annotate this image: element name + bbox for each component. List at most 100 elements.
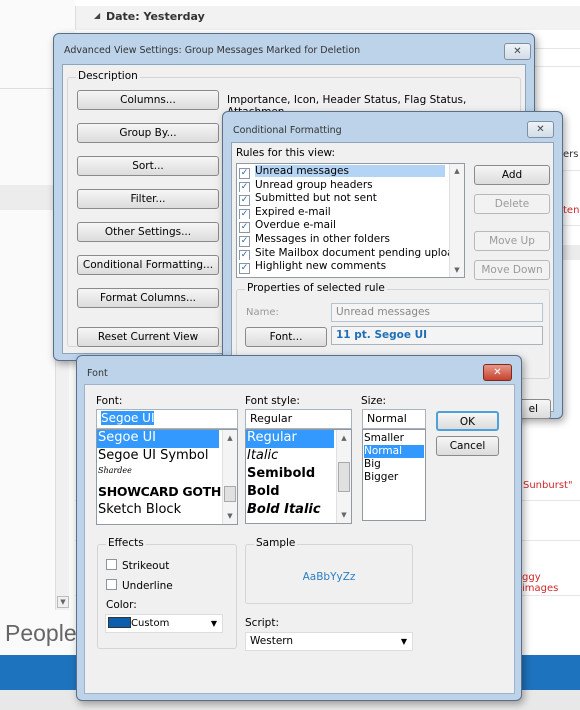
font-option[interactable]: SHOWCARD GOTHI <box>97 484 221 502</box>
rule-item[interactable]: ✓ Site Mailbox document pending uploa <box>239 247 449 261</box>
font-list-scrollbar[interactable]: ▲ ▼ <box>222 430 237 524</box>
underline-label: Underline <box>122 580 173 592</box>
chevron-down-icon: ▼ <box>210 619 217 628</box>
size-option[interactable]: Smaller <box>364 432 424 445</box>
close-icon: ✕ <box>536 124 545 135</box>
checkbox-icon[interactable]: ✓ <box>239 168 250 179</box>
move-down-button[interactable]: Move Down <box>474 260 550 280</box>
reset-current-view-button[interactable]: Reset Current View <box>77 327 219 347</box>
rule-label: Overdue e-mail <box>255 219 336 232</box>
other-settings-button[interactable]: Other Settings... <box>77 222 219 242</box>
group-header[interactable]: ◢ Date: Yesterday <box>75 6 580 30</box>
rule-item[interactable]: ✓ Highlight new comments <box>239 260 449 274</box>
font-value-field: 11 pt. Segoe UI <box>331 326 543 345</box>
checkbox-icon[interactable]: ✓ <box>239 249 250 261</box>
chevron-down-icon: ▼ <box>400 637 407 646</box>
rules-scrollbar[interactable]: ▲ ▼ <box>449 164 464 277</box>
dialog-title: Advanced View Settings: Group Messages M… <box>64 45 361 56</box>
group-by-button[interactable]: Group By... <box>77 123 219 143</box>
rule-label: Expired e-mail <box>255 205 331 218</box>
rule-item[interactable]: ✓ Messages in other folders <box>239 233 449 247</box>
name-label: Name: <box>246 307 279 318</box>
message-snippet: ten <box>563 205 580 216</box>
sort-button[interactable]: Sort... <box>77 156 219 176</box>
checkbox-icon[interactable]: ✓ <box>239 235 250 247</box>
checkbox-icon[interactable]: ✓ <box>239 222 250 233</box>
size-option[interactable]: Bigger <box>364 471 424 484</box>
conditional-formatting-button[interactable]: Conditional Formatting... <box>77 255 219 275</box>
scroll-down-icon[interactable]: ▼ <box>450 266 464 274</box>
font-dialog: Font ✕ Font: Segoe UI Segoe UI Segoe UI … <box>76 355 522 701</box>
scroll-thumb[interactable] <box>338 462 350 492</box>
message-snippet: Sunburst" <box>523 480 573 491</box>
script-label: Script: <box>245 617 279 629</box>
rule-label: Messages in other folders <box>255 232 390 245</box>
color-value: Custom <box>131 618 170 629</box>
font-label: Font: <box>96 395 123 407</box>
dialog-title: Font <box>87 368 108 379</box>
checkbox-icon[interactable]: ✓ <box>239 263 250 274</box>
filter-button[interactable]: Filter... <box>77 189 219 209</box>
rule-item[interactable]: ✓ Expired e-mail <box>239 206 449 220</box>
scroll-up-icon[interactable]: ▲ <box>223 434 237 442</box>
rule-item[interactable]: ✓ Submitted but not sent <box>239 192 449 206</box>
script-dropdown[interactable]: Western ▼ <box>245 632 413 651</box>
size-option[interactable]: Big <box>364 458 424 471</box>
underline-checkbox[interactable]: Underline <box>106 579 173 592</box>
size-option[interactable]: Normal <box>364 445 424 458</box>
cancel-button[interactable]: Cancel <box>436 436 499 456</box>
size-list[interactable]: Smaller Normal Big Bigger <box>362 429 426 521</box>
format-columns-button[interactable]: Format Columns... <box>77 288 219 308</box>
font-list[interactable]: Segoe UI Segoe UI Symbol Shardee SHOWCAR… <box>96 429 238 525</box>
font-button[interactable]: Font... <box>245 327 327 347</box>
scroll-thumb[interactable] <box>224 486 236 502</box>
color-dropdown[interactable]: Custom ▼ <box>105 614 223 633</box>
checkbox-icon[interactable]: ✓ <box>239 181 250 193</box>
rule-label: Unread messages <box>255 165 445 177</box>
scroll-down-icon[interactable]: ▼ <box>337 511 351 519</box>
collapse-icon[interactable]: ◢ <box>94 11 100 20</box>
font-option[interactable]: Shardee <box>97 466 237 484</box>
scroll-down-icon[interactable]: ▼ <box>57 596 69 608</box>
font-option[interactable]: Segoe UI <box>97 430 219 448</box>
rule-label: Highlight new comments <box>255 260 387 273</box>
sample-group: Sample AaBbYyZz <box>245 537 413 604</box>
add-button[interactable]: Add <box>474 165 550 185</box>
delete-button[interactable]: Delete <box>474 194 550 214</box>
checkbox-icon[interactable]: ✓ <box>239 208 250 220</box>
font-name-value: Segoe UI <box>101 411 155 425</box>
font-style-input[interactable]: Regular <box>245 409 352 429</box>
message-snippet: ggy images <box>522 572 559 594</box>
size-input[interactable]: Normal <box>362 409 426 429</box>
scroll-up-icon[interactable]: ▲ <box>450 167 464 175</box>
columns-button[interactable]: Columns... <box>77 90 219 110</box>
close-button[interactable]: ✕ <box>504 43 531 60</box>
font-option[interactable]: Sketch Block <box>97 502 237 520</box>
rule-label: Submitted but not sent <box>255 192 377 205</box>
people-label[interactable]: People <box>5 620 77 647</box>
scroll-up-icon[interactable]: ▲ <box>337 434 351 442</box>
checkbox-icon[interactable]: ✓ <box>239 195 250 206</box>
move-up-button[interactable]: Move Up <box>474 231 550 251</box>
rule-item[interactable]: ✓ Unread group headers <box>239 179 449 193</box>
rules-list[interactable]: ✓ Unread messages ✓ Unread group headers ✓ Su… <box>236 163 465 278</box>
font-option[interactable]: Segoe UI Symbol <box>97 448 237 466</box>
color-swatch <box>108 617 131 628</box>
group-label: Description <box>76 70 140 82</box>
font-name-input[interactable]: Segoe UI <box>96 409 238 429</box>
dialog-body: Font: Segoe UI Segoe UI Segoe UI Symbol … <box>84 384 515 694</box>
close-button[interactable]: ✕ <box>483 364 512 381</box>
font-style-list[interactable]: Regular Italic Semibold Bold Bold Italic… <box>245 429 352 524</box>
strikeout-checkbox[interactable]: Strikeout <box>106 559 169 572</box>
rule-name-field[interactable]: Unread messages <box>331 303 543 322</box>
scroll-down-icon[interactable]: ▼ <box>223 512 237 520</box>
style-list-scrollbar[interactable]: ▲ ▼ <box>336 430 351 523</box>
group-header-label: Date: Yesterday <box>106 10 205 23</box>
rule-item[interactable]: ✓ Overdue e-mail <box>239 219 449 233</box>
rule-item[interactable]: ✓ Unread messages <box>239 165 449 179</box>
ok-button[interactable]: OK <box>436 411 499 431</box>
scrollbar[interactable]: ▼ <box>55 340 69 610</box>
style-option[interactable]: Regular <box>246 430 334 448</box>
close-button[interactable]: ✕ <box>527 121 554 138</box>
script-value: Western <box>250 635 294 647</box>
